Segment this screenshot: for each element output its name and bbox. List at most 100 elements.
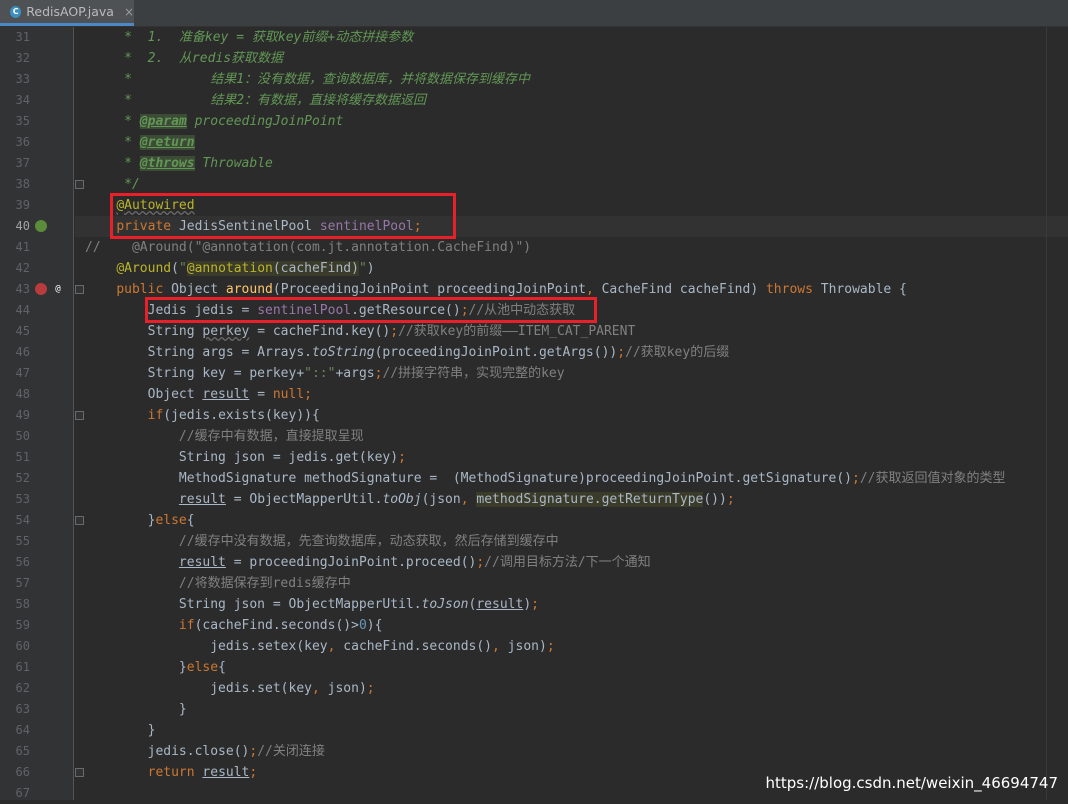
- code-text: }: [85, 720, 156, 741]
- code-token: *: [116, 156, 140, 171]
- code-token: Object: [171, 282, 226, 297]
- line-number: 55: [15, 534, 30, 548]
- code-line[interactable]: }else{: [75, 657, 1068, 678]
- line-number: 61: [15, 660, 30, 674]
- code-token: ): [366, 261, 375, 276]
- line-number: 35: [15, 114, 30, 128]
- code-line[interactable]: }else{: [75, 510, 1068, 531]
- code-line[interactable]: // @Around("@annotation(com.jt.annotatio…: [75, 237, 1068, 258]
- code-token: ": [178, 261, 187, 276]
- code-token: ,: [311, 681, 328, 696]
- code-token: //从池中动态获取: [468, 303, 576, 318]
- code-token: result: [202, 387, 250, 402]
- code-token: throws: [765, 282, 821, 297]
- code-token: ;: [460, 303, 469, 318]
- code-text: // @Around("@annotation(com.jt.annotatio…: [85, 237, 531, 258]
- code-line[interactable]: jedis.setex(key, cacheFind.seconds(), js…: [75, 636, 1068, 657]
- code-token: //缓存中有数据，直接提取呈现: [178, 429, 364, 444]
- code-line[interactable]: //缓存中有数据，直接提取呈现: [75, 426, 1068, 447]
- code-token: //获取返回值对象的类型: [859, 471, 1006, 486]
- code-token: proceedingJoinPoint: [186, 114, 344, 129]
- code-token: = cacheFind.key(): [249, 324, 391, 339]
- code-token: ;: [413, 219, 422, 234]
- spring-bean-icon[interactable]: [35, 220, 47, 232]
- code-line[interactable]: @Autowired: [75, 195, 1068, 216]
- code-token: (cacheFind.seconds()>: [194, 618, 359, 633]
- code-token: */: [116, 177, 140, 192]
- code-token: * 2. 从redis获取数据: [116, 51, 284, 66]
- code-line[interactable]: result = ObjectMapperUtil.toObj(json, me…: [75, 489, 1068, 510]
- code-token: ;: [852, 471, 860, 486]
- code-line[interactable]: if(jedis.exists(key)){: [75, 405, 1068, 426]
- code-line[interactable]: jedis.close();//关闭连接: [75, 741, 1068, 762]
- code-token: cacheFind.seconds(): [343, 639, 493, 654]
- code-line[interactable]: * @throws Throwable: [75, 153, 1068, 174]
- code-text: private JedisSentinelPool sentinelPool;: [85, 216, 422, 237]
- aspect-advice-icon[interactable]: [35, 283, 47, 295]
- code-text: result = proceedingJoinPoint.proceed();/…: [85, 552, 651, 573]
- code-token: toString: [311, 345, 375, 360]
- code-text: }else{: [85, 657, 226, 678]
- code-token: json): [507, 639, 547, 654]
- code-token: ;: [366, 681, 375, 696]
- line-number: 40: [15, 219, 30, 233]
- tab-redisaop-java[interactable]: C RedisAOP.java ×: [0, 0, 134, 26]
- code-line[interactable]: Object result = null;: [75, 384, 1068, 405]
- code-token: .getResource(): [351, 303, 461, 318]
- code-line[interactable]: * 2. 从redis获取数据: [75, 48, 1068, 69]
- code-line[interactable]: * @return: [75, 132, 1068, 153]
- code-line[interactable]: String perkey = cacheFind.key();//获取key的…: [75, 321, 1068, 342]
- code-line[interactable]: * @param proceedingJoinPoint: [75, 111, 1068, 132]
- code-token: ): [523, 597, 532, 612]
- code-line[interactable]: String args = Arrays.toString(proceeding…: [75, 342, 1068, 363]
- code-token: //拼接字符串，实现完整的key: [382, 366, 565, 381]
- code-token: * 1. 准备key = 获取key前缀+动态拼接参数: [116, 30, 414, 45]
- code-line[interactable]: private JedisSentinelPool sentinelPool;: [75, 216, 1068, 237]
- code-text: @Around("@annotation(cacheFind)"): [85, 258, 375, 279]
- code-line[interactable]: */: [75, 174, 1068, 195]
- code-line[interactable]: * 结果2：有数据，直接将缓存数据返回: [75, 90, 1068, 111]
- code-token: result: [476, 597, 524, 612]
- code-line[interactable]: public Object around(ProceedingJoinPoint…: [75, 279, 1068, 300]
- code-line[interactable]: Jedis jedis = sentinelPool.getResource()…: [75, 300, 1068, 321]
- code-line[interactable]: result = proceedingJoinPoint.proceed();/…: [75, 552, 1068, 573]
- code-editor[interactable]: * 1. 准备key = 获取key前缀+动态拼接参数 * 2. 从redis获…: [75, 27, 1068, 800]
- code-token: @return: [139, 135, 195, 150]
- code-token: ,: [492, 639, 508, 654]
- code-line[interactable]: * 结果1：没有数据，查询数据库，并将数据保存到缓存中: [75, 69, 1068, 90]
- code-text: Jedis jedis = sentinelPool.getResource()…: [85, 300, 576, 321]
- code-line[interactable]: //缓存中没有数据，先查询数据库，动态获取，然后存储到缓存中: [75, 531, 1068, 552]
- code-token: @annotation: [186, 261, 273, 276]
- code-text: Object result = null;: [85, 384, 312, 405]
- code-line[interactable]: }: [75, 720, 1068, 741]
- code-line[interactable]: }: [75, 699, 1068, 720]
- code-line[interactable]: MethodSignature methodSignature = (Metho…: [75, 468, 1068, 489]
- code-line[interactable]: String json = ObjectMapperUtil.toJson(re…: [75, 594, 1068, 615]
- code-token: "::": [304, 366, 336, 381]
- code-line[interactable]: jedis.set(key, json);: [75, 678, 1068, 699]
- code-token: ()): [703, 492, 727, 507]
- tab-close-icon[interactable]: ×: [124, 5, 134, 19]
- code-line[interactable]: String json = jedis.get(key);: [75, 447, 1068, 468]
- code-token: {: [218, 660, 226, 675]
- line-number: 56: [15, 555, 30, 569]
- line-number: 42: [15, 261, 30, 275]
- code-line[interactable]: //将数据保存到redis缓存中: [75, 573, 1068, 594]
- code-line[interactable]: String key = perkey+"::"+args;//拼接字符串，实现…: [75, 363, 1068, 384]
- code-token: Throwable {: [820, 282, 907, 297]
- code-text: * @return: [85, 132, 195, 153]
- code-token: //调用目标方法/下一个通知: [484, 555, 651, 570]
- code-token: {: [186, 513, 195, 528]
- code-line[interactable]: * 1. 准备key = 获取key前缀+动态拼接参数: [75, 27, 1068, 48]
- code-text: //缓存中没有数据，先查询数据库，动态获取，然后存储到缓存中: [85, 531, 559, 552]
- code-token: = ObjectMapperUtil.: [225, 492, 383, 507]
- line-number: 39: [15, 198, 30, 212]
- line-number: 41: [15, 240, 30, 254]
- override-at-icon[interactable]: @: [52, 283, 64, 295]
- code-line[interactable]: @Around("@annotation(cacheFind)"): [75, 258, 1068, 279]
- code-line[interactable]: if(cacheFind.seconds()>0){: [75, 615, 1068, 636]
- code-text: }: [85, 699, 187, 720]
- code-token: 0: [358, 618, 367, 633]
